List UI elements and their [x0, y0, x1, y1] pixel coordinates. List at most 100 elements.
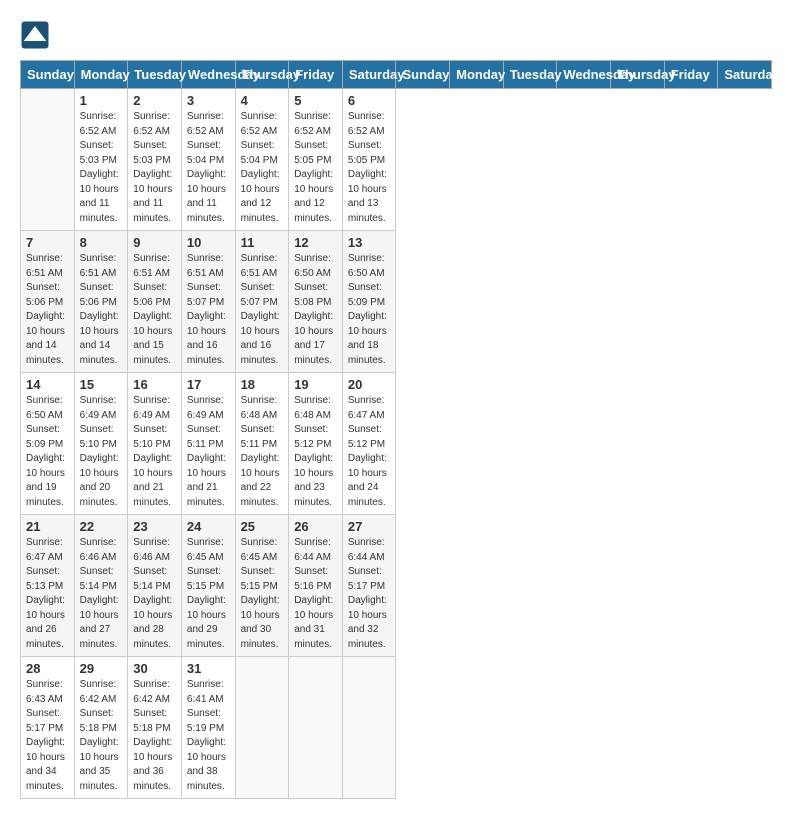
- calendar-cell: 8 Sunrise: 6:51 AM Sunset: 5:06 PM Daylig…: [74, 231, 128, 373]
- calendar-cell: 2 Sunrise: 6:52 AM Sunset: 5:03 PM Daylig…: [128, 89, 182, 231]
- day-number: 4: [241, 93, 284, 108]
- day-number: 27: [348, 519, 391, 534]
- day-info: Sunrise: 6:46 AM Sunset: 5:14 PM Dayligh…: [80, 536, 123, 652]
- day-info: Sunrise: 6:45 AM Sunset: 5:15 PM Dayligh…: [241, 536, 284, 652]
- calendar-cell: 20Sunrise: 6:47 AM Sunset: 5:12 PM Dayli…: [342, 373, 396, 515]
- calendar-cell: 30Sunrise: 6:42 AM Sunset: 5:18 PM Dayli…: [128, 657, 182, 799]
- day-info: Sunrise: 6:52 AM Sunset: 5:04 PM Dayligh…: [241, 110, 284, 226]
- day-number: 30: [133, 661, 176, 676]
- day-info: Sunrise: 6:47 AM Sunset: 5:13 PM Dayligh…: [26, 536, 69, 652]
- header-day-monday: Monday: [450, 61, 504, 89]
- day-number: 5: [294, 93, 337, 108]
- calendar-cell: 9Sunrise: 6:51 AM Sunset: 5:06 PM Daylig…: [128, 231, 182, 373]
- day-number: 1: [80, 93, 123, 108]
- day-info: Sunrise: 6:49 AM Sunset: 5:10 PM Dayligh…: [80, 394, 123, 510]
- calendar-cell: [289, 657, 343, 799]
- day-number: 17: [187, 377, 230, 392]
- day-number: 26: [294, 519, 337, 534]
- day-number: 28: [26, 661, 69, 676]
- header-day-friday: Friday: [289, 61, 343, 89]
- calendar-cell: 19 Sunrise: 6:48 AM Sunset: 5:12 PM Dayli…: [289, 373, 343, 515]
- calendar-cell: 10Sunrise: 6:51 AM Sunset: 5:07 PM Dayli…: [181, 231, 235, 373]
- calendar-table: SundayMondayTuesdayWednesdayThursdayFrid…: [20, 60, 772, 799]
- week-row-0: 1 Sunrise: 6:52 AM Sunset: 5:03 PM Daylig…: [21, 89, 772, 231]
- day-info: Sunrise: 6:41 AM Sunset: 5:19 PM Dayligh…: [187, 678, 230, 794]
- day-info: Sunrise: 6:42 AM Sunset: 5:18 PM Dayligh…: [80, 678, 123, 794]
- header-day-tuesday: Tuesday: [128, 61, 182, 89]
- day-number: 21: [26, 519, 69, 534]
- day-info: Sunrise: 6:45 AM Sunset: 5:15 PM Dayligh…: [187, 536, 230, 652]
- day-info: Sunrise: 6:50 AM Sunset: 5:08 PM Dayligh…: [294, 252, 337, 368]
- day-number: 23: [133, 519, 176, 534]
- header-day-thursday: Thursday: [235, 61, 289, 89]
- header-day-sunday: Sunday: [396, 61, 450, 89]
- day-number: 19: [294, 377, 337, 392]
- calendar-cell: 6 Sunrise: 6:52 AM Sunset: 5:05 PM Daylig…: [342, 89, 396, 231]
- day-info: Sunrise: 6:52 AM Sunset: 5:05 PM Dayligh…: [294, 110, 337, 226]
- logo-icon: [20, 20, 50, 50]
- day-number: 18: [241, 377, 284, 392]
- header-day-wednesday: Wednesday: [181, 61, 235, 89]
- header-day-saturday: Saturday: [342, 61, 396, 89]
- page-header: [20, 20, 772, 50]
- week-row-1: 7 Sunrise: 6:51 AM Sunset: 5:06 PM Daylig…: [21, 231, 772, 373]
- calendar-cell: 15 Sunrise: 6:49 AM Sunset: 5:10 PM Dayli…: [74, 373, 128, 515]
- calendar-cell: 18 Sunrise: 6:48 AM Sunset: 5:11 PM Dayli…: [235, 373, 289, 515]
- calendar-cell: 11 Sunrise: 6:51 AM Sunset: 5:07 PM Dayli…: [235, 231, 289, 373]
- day-info: Sunrise: 6:49 AM Sunset: 5:11 PM Dayligh…: [187, 394, 230, 510]
- header-day-monday: Monday: [74, 61, 128, 89]
- logo: [20, 20, 54, 50]
- day-number: 8: [80, 235, 123, 250]
- calendar-cell: 25Sunrise: 6:45 AM Sunset: 5:15 PM Dayli…: [235, 515, 289, 657]
- day-number: 22: [80, 519, 123, 534]
- calendar-cell: 14Sunrise: 6:50 AM Sunset: 5:09 PM Dayli…: [21, 373, 75, 515]
- day-info: Sunrise: 6:49 AM Sunset: 5:10 PM Dayligh…: [133, 394, 176, 510]
- calendar-body: 1 Sunrise: 6:52 AM Sunset: 5:03 PM Daylig…: [21, 89, 772, 799]
- day-info: Sunrise: 6:51 AM Sunset: 5:07 PM Dayligh…: [241, 252, 284, 368]
- calendar-cell: 24Sunrise: 6:45 AM Sunset: 5:15 PM Dayli…: [181, 515, 235, 657]
- day-number: 31: [187, 661, 230, 676]
- calendar-cell: 4 Sunrise: 6:52 AM Sunset: 5:04 PM Daylig…: [235, 89, 289, 231]
- day-info: Sunrise: 6:50 AM Sunset: 5:09 PM Dayligh…: [348, 252, 391, 368]
- calendar-cell: 7 Sunrise: 6:51 AM Sunset: 5:06 PM Daylig…: [21, 231, 75, 373]
- day-number: 13: [348, 235, 391, 250]
- day-info: Sunrise: 6:48 AM Sunset: 5:12 PM Dayligh…: [294, 394, 337, 510]
- calendar-cell: 27 Sunrise: 6:44 AM Sunset: 5:17 PM Dayli…: [342, 515, 396, 657]
- calendar-cell: 31 Sunrise: 6:41 AM Sunset: 5:19 PM Dayli…: [181, 657, 235, 799]
- day-info: Sunrise: 6:46 AM Sunset: 5:14 PM Dayligh…: [133, 536, 176, 652]
- day-number: 20: [348, 377, 391, 392]
- calendar-cell: 17 Sunrise: 6:49 AM Sunset: 5:11 PM Dayli…: [181, 373, 235, 515]
- day-number: 15: [80, 377, 123, 392]
- day-number: 7: [26, 235, 69, 250]
- day-info: Sunrise: 6:51 AM Sunset: 5:06 PM Dayligh…: [26, 252, 69, 368]
- day-number: 29: [80, 661, 123, 676]
- week-row-4: 28 Sunrise: 6:43 AM Sunset: 5:17 PM Dayli…: [21, 657, 772, 799]
- calendar-cell: 12 Sunrise: 6:50 AM Sunset: 5:08 PM Dayli…: [289, 231, 343, 373]
- day-info: Sunrise: 6:51 AM Sunset: 5:07 PM Dayligh…: [187, 252, 230, 368]
- day-info: Sunrise: 6:51 AM Sunset: 5:06 PM Dayligh…: [133, 252, 176, 368]
- day-number: 6: [348, 93, 391, 108]
- day-number: 11: [241, 235, 284, 250]
- day-number: 2: [133, 93, 176, 108]
- calendar-cell: 13 Sunrise: 6:50 AM Sunset: 5:09 PM Dayli…: [342, 231, 396, 373]
- calendar-header: SundayMondayTuesdayWednesdayThursdayFrid…: [21, 61, 772, 89]
- day-info: Sunrise: 6:44 AM Sunset: 5:17 PM Dayligh…: [348, 536, 391, 652]
- day-info: Sunrise: 6:52 AM Sunset: 5:03 PM Dayligh…: [133, 110, 176, 226]
- day-info: Sunrise: 6:50 AM Sunset: 5:09 PM Dayligh…: [26, 394, 69, 510]
- day-info: Sunrise: 6:52 AM Sunset: 5:05 PM Dayligh…: [348, 110, 391, 226]
- header-day-wednesday: Wednesday: [557, 61, 611, 89]
- header-day-saturday: Saturday: [718, 61, 772, 89]
- calendar-cell: 16Sunrise: 6:49 AM Sunset: 5:10 PM Dayli…: [128, 373, 182, 515]
- calendar-cell: [342, 657, 396, 799]
- week-row-2: 14Sunrise: 6:50 AM Sunset: 5:09 PM Dayli…: [21, 373, 772, 515]
- day-number: 12: [294, 235, 337, 250]
- calendar-cell: 29 Sunrise: 6:42 AM Sunset: 5:18 PM Dayli…: [74, 657, 128, 799]
- day-info: Sunrise: 6:43 AM Sunset: 5:17 PM Dayligh…: [26, 678, 69, 794]
- header-row: SundayMondayTuesdayWednesdayThursdayFrid…: [21, 61, 772, 89]
- day-info: Sunrise: 6:52 AM Sunset: 5:03 PM Dayligh…: [80, 110, 123, 226]
- header-day-tuesday: Tuesday: [503, 61, 557, 89]
- day-info: Sunrise: 6:48 AM Sunset: 5:11 PM Dayligh…: [241, 394, 284, 510]
- calendar-cell: 28 Sunrise: 6:43 AM Sunset: 5:17 PM Dayli…: [21, 657, 75, 799]
- calendar-cell: 1 Sunrise: 6:52 AM Sunset: 5:03 PM Daylig…: [74, 89, 128, 231]
- day-info: Sunrise: 6:51 AM Sunset: 5:06 PM Dayligh…: [80, 252, 123, 368]
